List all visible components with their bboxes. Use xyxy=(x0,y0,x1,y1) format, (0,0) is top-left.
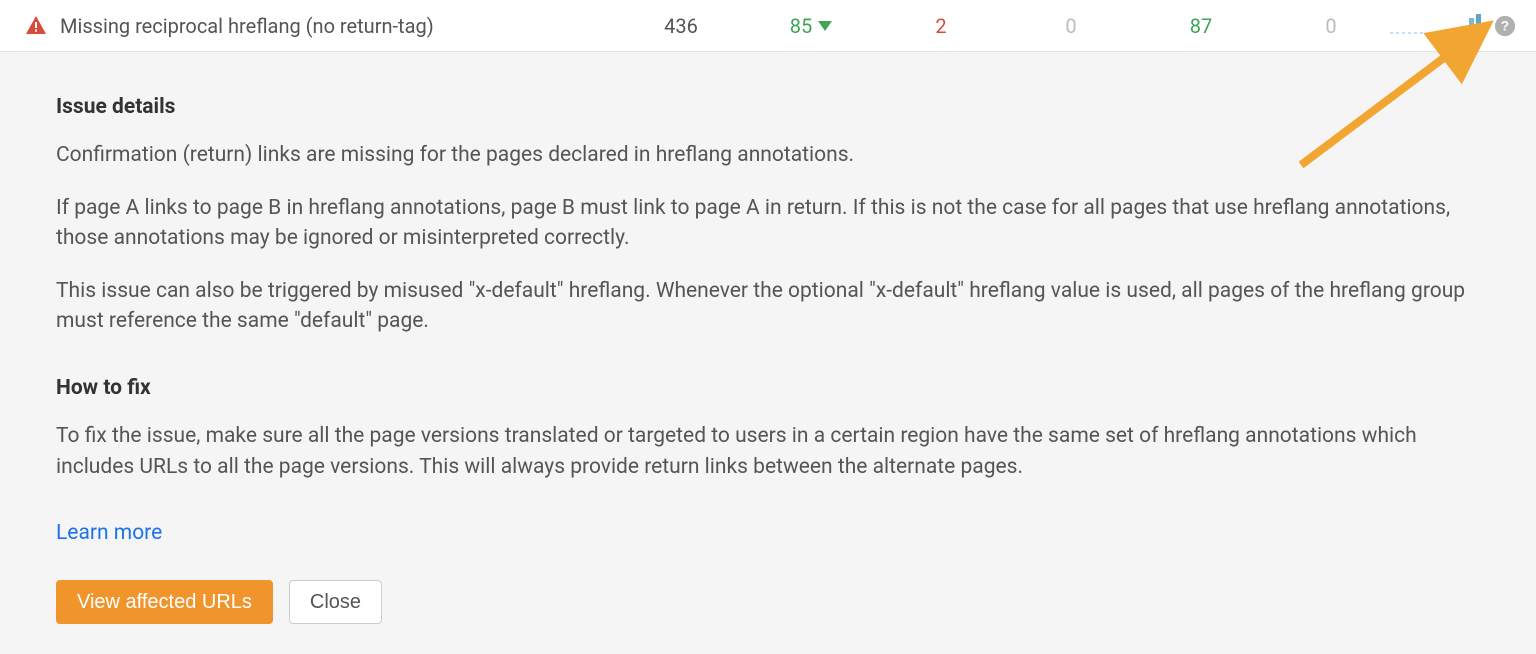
caret-down-icon xyxy=(818,21,832,31)
how-to-fix-p1: To fix the issue, make sure all the page… xyxy=(56,421,1480,482)
issue-details-p3: This issue can also be triggered by misu… xyxy=(56,276,1480,337)
button-row: View affected URLs Close xyxy=(56,580,1480,624)
view-affected-urls-button[interactable]: View affected URLs xyxy=(56,580,273,624)
histogram-icon[interactable] xyxy=(1460,14,1484,38)
col-fixed: 87 xyxy=(1136,14,1266,38)
how-to-fix-heading: How to fix xyxy=(56,373,1480,403)
issue-details-panel: Issue details Confirmation (return) link… xyxy=(0,52,1536,654)
how-to-fix-section: How to fix To fix the issue, make sure a… xyxy=(56,373,1480,482)
col-total: 436 xyxy=(616,14,746,38)
help-icon[interactable]: ? xyxy=(1494,14,1516,38)
issue-details-p1: Confirmation (return) links are missing … xyxy=(56,140,1480,170)
col-change: 85 xyxy=(746,14,876,38)
close-button[interactable]: Close xyxy=(289,580,382,624)
issue-details-section: Issue details Confirmation (return) link… xyxy=(56,92,1480,337)
col-zero-1: 0 xyxy=(1006,14,1136,38)
col-zero-2: 0 xyxy=(1266,14,1396,38)
col-new: 2 xyxy=(876,14,1006,38)
issue-title: Missing reciprocal hreflang (no return-t… xyxy=(60,14,616,38)
issue-row[interactable]: Missing reciprocal hreflang (no return-t… xyxy=(0,0,1536,52)
issue-details-heading: Issue details xyxy=(56,92,1480,122)
sparkline-chart xyxy=(1390,16,1450,36)
row-actions: ? xyxy=(1396,14,1516,38)
issue-details-p2: If page A links to page B in hreflang an… xyxy=(56,193,1480,254)
svg-text:?: ? xyxy=(1501,18,1509,33)
error-icon xyxy=(24,14,48,38)
learn-more-link[interactable]: Learn more xyxy=(56,518,162,548)
change-value: 85 xyxy=(790,14,812,38)
